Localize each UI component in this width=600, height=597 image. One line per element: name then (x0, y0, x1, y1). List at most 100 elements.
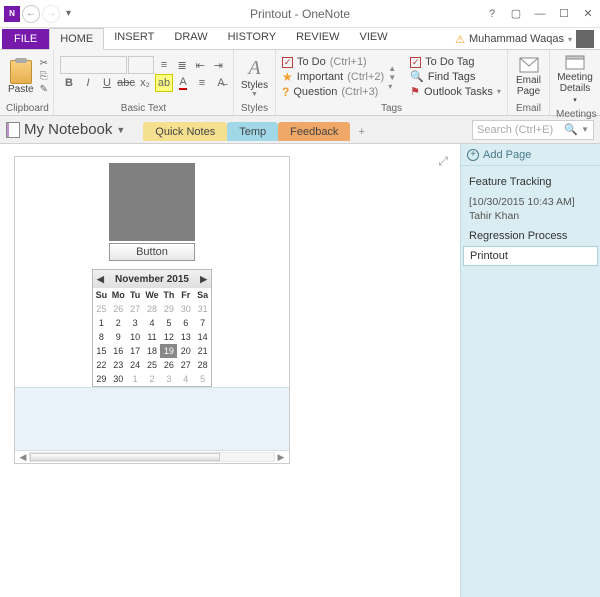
italic-button[interactable]: I (79, 74, 97, 92)
indent-right-button[interactable]: ⇥ (210, 56, 227, 74)
calendar-day[interactable]: 22 (93, 358, 110, 372)
ribbon-tab-view[interactable]: VIEW (349, 27, 397, 49)
calendar-day[interactable]: 11 (144, 330, 161, 344)
copy-icon[interactable]: ⎘ (40, 71, 48, 83)
tag-gallery-expand[interactable]: ▾ (388, 82, 396, 91)
calendar-day[interactable]: 1 (93, 316, 110, 330)
todo-tag-button[interactable]: ✓To Do Tag (410, 55, 501, 69)
section-tab[interactable]: Temp (227, 122, 278, 141)
qat-customize[interactable]: ▾ (62, 8, 75, 19)
format-painter-icon[interactable]: ✎ (40, 84, 48, 96)
calendar-day[interactable]: 9 (110, 330, 127, 344)
subscript-button[interactable]: x₂ (136, 74, 154, 92)
tag-scroll-up[interactable]: ▲ (388, 64, 396, 73)
calendar-day[interactable]: 3 (127, 316, 144, 330)
cut-icon[interactable]: ✂ (40, 58, 48, 70)
calendar-day[interactable]: 1 (127, 372, 144, 386)
calendar-day[interactable]: 10 (127, 330, 144, 344)
ribbon-tab-draw[interactable]: DRAW (164, 27, 217, 49)
bold-button[interactable]: B (60, 74, 78, 92)
search-scope-dropdown[interactable]: ▼ (581, 125, 589, 134)
calendar-day[interactable]: 13 (177, 330, 194, 344)
calendar-prev[interactable]: ◀ (97, 274, 104, 285)
calendar-day[interactable]: 4 (177, 372, 194, 386)
styles-button[interactable]: A Styles ▼ (237, 55, 272, 100)
underline-button[interactable]: U (98, 74, 116, 92)
calendar-day[interactable]: 2 (144, 372, 161, 386)
calendar-day[interactable]: 21 (194, 344, 211, 358)
page-list-item[interactable]: Regression Process (461, 226, 600, 246)
font-family-combo[interactable] (60, 56, 127, 74)
calendar-day[interactable]: 20 (177, 344, 194, 358)
calendar-day[interactable]: 2 (110, 316, 127, 330)
tag-scroll-down[interactable]: ▼ (388, 73, 396, 82)
calendar-day[interactable]: 5 (194, 372, 211, 386)
email-page-button[interactable]: Email Page (510, 55, 547, 99)
page-canvas[interactable]: ⤢ Button ◀ November 2015 ▶ SuMoTuWeThFrS… (0, 144, 460, 597)
expand-icon[interactable]: ⤢ (438, 154, 448, 169)
calendar-day[interactable]: 28 (144, 302, 161, 316)
calendar-day[interactable]: 24 (127, 358, 144, 372)
calendar-day[interactable]: 30 (177, 302, 194, 316)
calendar-day[interactable]: 27 (177, 358, 194, 372)
calendar-day[interactable]: 25 (93, 302, 110, 316)
outlook-tasks-button[interactable]: ⚑Outlook Tasks ▾ (410, 85, 501, 99)
file-tab[interactable]: FILE (2, 29, 49, 49)
find-tags-button[interactable]: 🔍Find Tags (410, 70, 501, 84)
bullets-button[interactable]: ≡ (155, 56, 172, 74)
scroll-thumb[interactable] (30, 453, 220, 461)
scroll-right[interactable]: ▶ (275, 451, 287, 463)
notebook-dropdown[interactable]: ▼ (116, 125, 125, 135)
add-page-button[interactable]: + Add Page (461, 144, 600, 166)
font-size-combo[interactable] (128, 56, 155, 74)
section-tab[interactable]: Quick Notes (143, 122, 227, 141)
calendar-day[interactable]: 19 (160, 344, 177, 358)
highlight-button[interactable]: ab (155, 74, 173, 92)
calendar-next[interactable]: ▶ (200, 274, 207, 285)
calendar-day[interactable]: 29 (160, 302, 177, 316)
calendar-day[interactable]: 4 (144, 316, 161, 330)
calendar-day[interactable]: 5 (160, 316, 177, 330)
page-list-item[interactable]: Feature Tracking (461, 172, 600, 192)
back-button[interactable]: ← (22, 5, 40, 23)
search-input[interactable]: Search (Ctrl+E) 🔍 ▼ (472, 120, 594, 140)
meeting-details-button[interactable]: Meeting Details ▾ (551, 52, 599, 108)
numbering-button[interactable]: ≣ (174, 56, 191, 74)
calendar-day[interactable]: 12 (160, 330, 177, 344)
scroll-track[interactable] (29, 452, 275, 462)
calendar-day[interactable]: 7 (194, 316, 211, 330)
page-list-item[interactable]: Printout (463, 246, 598, 266)
calendar-day[interactable]: 30 (110, 372, 127, 386)
calendar-day[interactable]: 26 (160, 358, 177, 372)
ribbon-display-button[interactable]: ▢ (508, 6, 524, 22)
account-area[interactable]: ⚠ Muhammad Waqas ▾ (455, 30, 594, 48)
calendar-day[interactable]: 26 (110, 302, 127, 316)
calendar-day[interactable]: 6 (177, 316, 194, 330)
note-container[interactable]: Button ◀ November 2015 ▶ SuMoTuWeThFrSa2… (14, 156, 290, 464)
printout-button[interactable]: Button (109, 243, 195, 261)
section-tab[interactable]: Feedback (278, 122, 350, 141)
minimize-button[interactable]: — (532, 6, 548, 22)
help-button[interactable]: ? (484, 6, 500, 22)
calendar-day[interactable]: 3 (160, 372, 177, 386)
calendar-day[interactable]: 15 (93, 344, 110, 358)
calendar-day[interactable]: 18 (144, 344, 161, 358)
calendar-day[interactable]: 23 (110, 358, 127, 372)
notebook-name[interactable]: My Notebook (24, 121, 112, 138)
tag-todo[interactable]: ✓To Do (Ctrl+1) (282, 55, 384, 69)
calendar-day[interactable]: 8 (93, 330, 110, 344)
clear-format-button[interactable]: A̶ (212, 74, 230, 92)
calendar-day[interactable]: 29 (93, 372, 110, 386)
calendar-widget[interactable]: ◀ November 2015 ▶ SuMoTuWeThFrSa25262728… (92, 269, 212, 387)
calendar-day[interactable]: 16 (110, 344, 127, 358)
ribbon-tab-history[interactable]: HISTORY (218, 27, 287, 49)
strike-button[interactable]: abc (117, 74, 135, 92)
add-section-button[interactable]: + (350, 122, 372, 142)
align-button[interactable]: ≡ (193, 74, 211, 92)
calendar-day[interactable]: 14 (194, 330, 211, 344)
scroll-left[interactable]: ◀ (17, 451, 29, 463)
calendar-day[interactable]: 31 (194, 302, 211, 316)
tag-important[interactable]: ★Important (Ctrl+2) (282, 70, 384, 84)
calendar-day[interactable]: 27 (127, 302, 144, 316)
ribbon-tab-review[interactable]: REVIEW (286, 27, 349, 49)
